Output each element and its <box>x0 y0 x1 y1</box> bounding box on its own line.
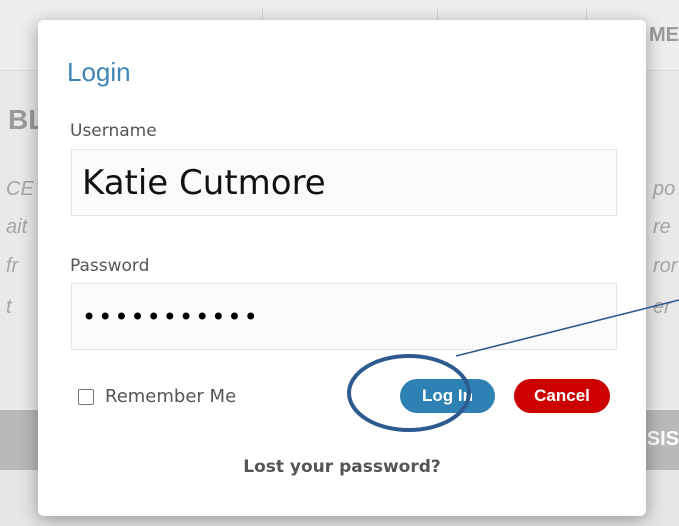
modal-title: Login <box>67 57 131 87</box>
remember-me-label[interactable]: Remember Me <box>105 386 236 407</box>
remember-me-row[interactable]: Remember Me <box>78 386 236 407</box>
login-button[interactable]: Log In <box>400 379 495 413</box>
login-modal: Login Username Katie Cutmore Password ••… <box>38 20 646 516</box>
background-text-left-2: ait <box>6 216 28 238</box>
background-nav-label: ME <box>649 24 679 46</box>
lost-password-link[interactable]: Lost your password? <box>38 457 646 477</box>
username-input[interactable]: Katie Cutmore <box>71 149 617 216</box>
cancel-button[interactable]: Cancel <box>514 379 610 413</box>
remember-me-checkbox[interactable] <box>78 388 94 405</box>
background-text-right-1: po <box>653 178 676 200</box>
background-band-label: SIS <box>646 428 679 450</box>
password-value: ••••••••••• <box>82 302 260 331</box>
background-text-left-3: fr <box>6 255 19 277</box>
password-input[interactable]: ••••••••••• <box>71 283 617 350</box>
background-text-left-1: CE <box>6 178 34 200</box>
password-label: Password <box>70 256 150 276</box>
background-text-right-4: er <box>653 296 671 318</box>
username-label: Username <box>70 121 157 141</box>
username-value: Katie Cutmore <box>82 162 326 203</box>
background-text-right-2: re <box>653 216 671 238</box>
background-text-left-4: t <box>6 296 12 318</box>
background-text-right-3: ror <box>653 255 678 277</box>
